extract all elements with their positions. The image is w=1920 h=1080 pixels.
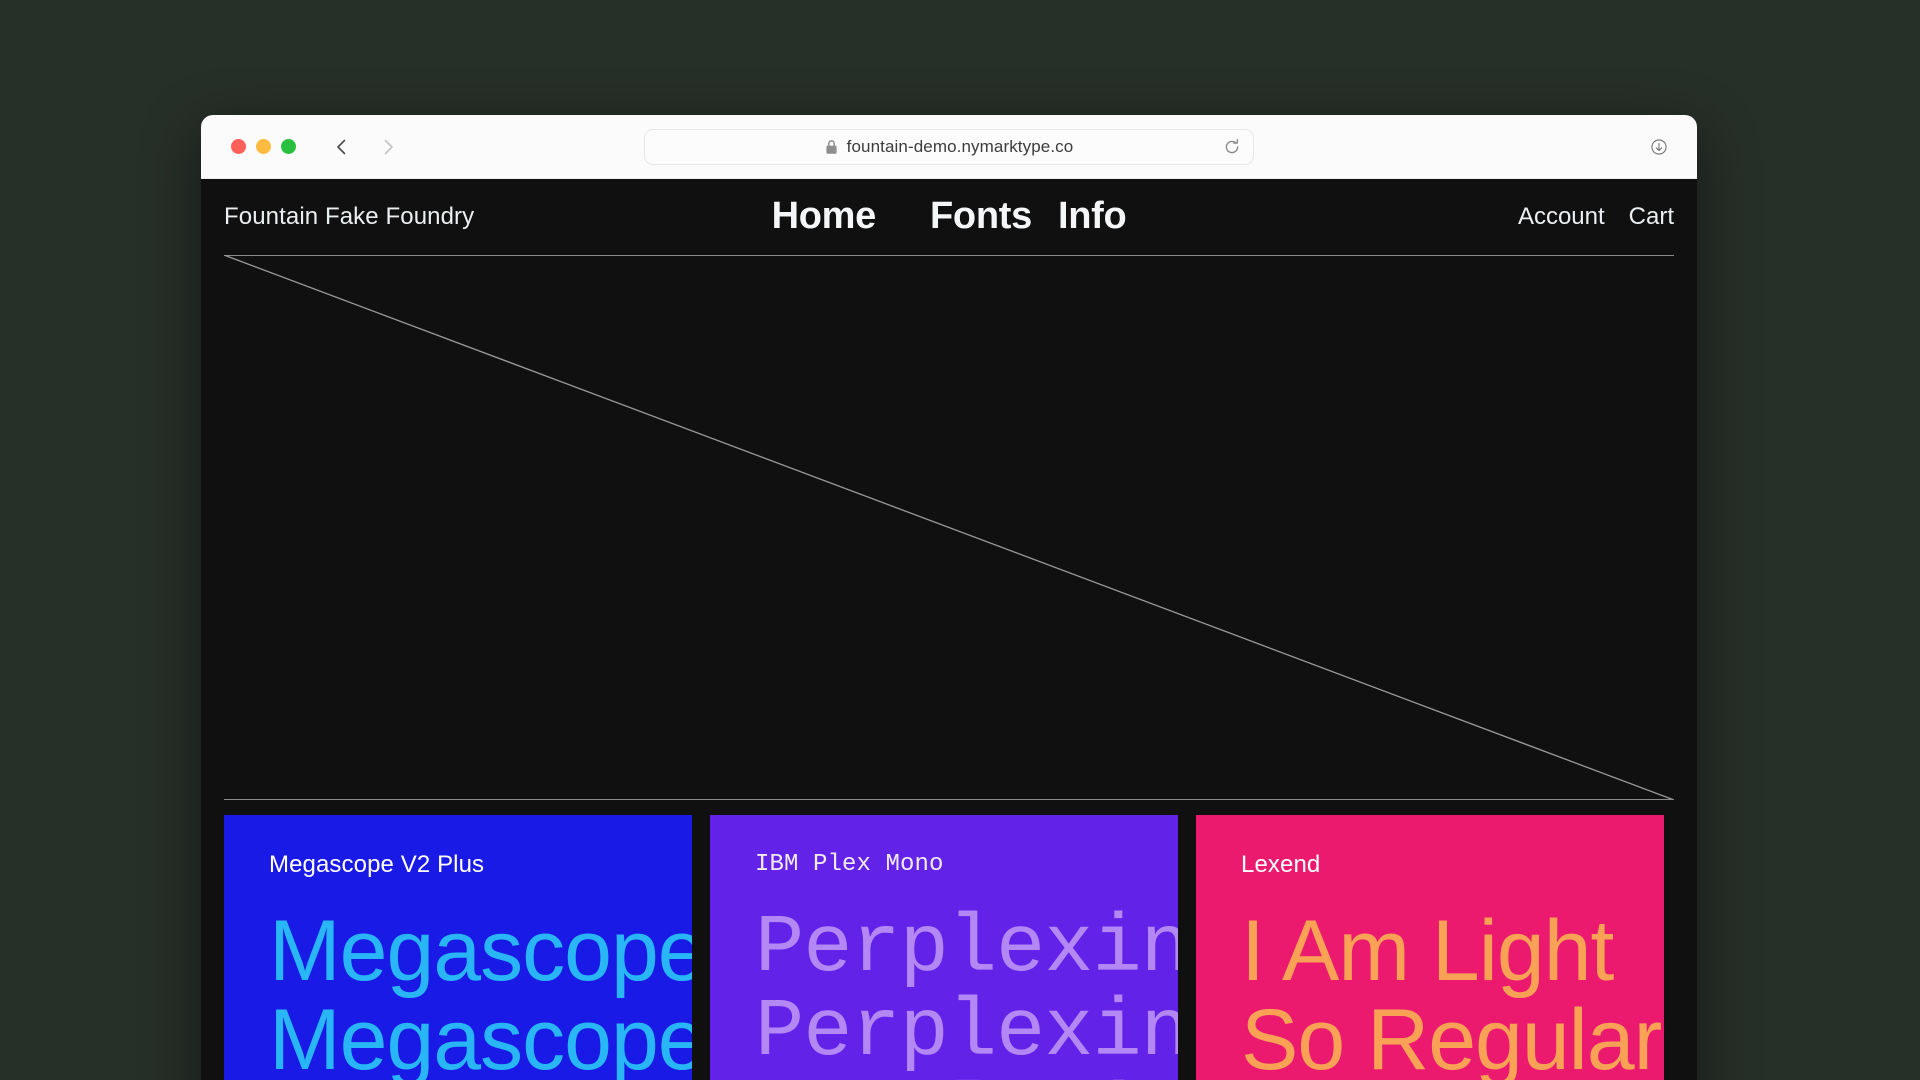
specimen-line-thin: Perplexing bbox=[755, 902, 1178, 995]
reload-icon[interactable] bbox=[1221, 136, 1243, 158]
font-card-lexend[interactable]: Lexend I Am Light So Regular And Bolder bbox=[1196, 815, 1664, 1080]
specimen-line-light: I Am Light bbox=[1241, 903, 1614, 999]
maximize-window-button[interactable] bbox=[281, 139, 296, 154]
navigation-arrows bbox=[332, 137, 398, 157]
hero-bottom-rule bbox=[224, 799, 1674, 800]
address-bar[interactable]: fountain-demo.nymarktype.co bbox=[644, 128, 1254, 165]
toolbar-right-actions bbox=[1649, 137, 1675, 157]
nav-item-info[interactable]: Info bbox=[1058, 197, 1127, 235]
hero-section bbox=[224, 255, 1674, 800]
download-icon[interactable] bbox=[1649, 137, 1669, 157]
font-card-title: Megascope V2 Plus bbox=[269, 851, 485, 878]
lock-icon bbox=[825, 139, 838, 155]
nav-item-account[interactable]: Account bbox=[1518, 203, 1605, 231]
browser-window: fountain-demo.nymarktype.co Fountain Fak… bbox=[201, 115, 1697, 1080]
minimize-window-button[interactable] bbox=[256, 139, 271, 154]
specimen-line-bold: Perplexing bbox=[755, 1075, 1178, 1080]
back-icon[interactable] bbox=[332, 137, 352, 157]
nav-item-fonts[interactable]: Fonts bbox=[930, 197, 1032, 235]
page-content: Fountain Fake Foundry Home Fonts Info Ac… bbox=[224, 179, 1674, 1080]
nav-group-fonts-info: Fonts Info bbox=[930, 197, 1127, 235]
site-header: Fountain Fake Foundry Home Fonts Info Ac… bbox=[224, 179, 1674, 255]
brand-wordmark[interactable]: Fountain Fake Foundry bbox=[224, 203, 474, 231]
forward-icon[interactable] bbox=[378, 137, 398, 157]
font-card-title: Lexend bbox=[1241, 851, 1321, 878]
url-text: fountain-demo.nymarktype.co bbox=[846, 136, 1074, 156]
specimen-line-thin: Megascope bbox=[269, 903, 692, 999]
browser-toolbar: fountain-demo.nymarktype.co bbox=[201, 115, 1697, 179]
specimen-line-regular: Perplexing bbox=[755, 986, 1178, 1080]
utility-navigation: Account Cart bbox=[1518, 203, 1674, 231]
specimen-line-regular: Megascope bbox=[269, 991, 692, 1080]
font-specimen-stack: I Am Light So Regular And Bolder bbox=[1241, 907, 1664, 1080]
main-navigation: Home Fonts Info bbox=[772, 197, 1127, 235]
page-viewport: Fountain Fake Foundry Home Fonts Info Ac… bbox=[201, 179, 1697, 1080]
hero-diagonal-line bbox=[224, 255, 1674, 800]
nav-item-home[interactable]: Home bbox=[772, 197, 877, 235]
font-specimen-stack: Perplexing Perplexing Perplexing bbox=[755, 902, 1178, 1080]
font-specimen-stack: Megascope Megascope Megascope bbox=[269, 907, 692, 1080]
font-card-grid: Megascope V2 Plus Megascope Megascope Me… bbox=[224, 815, 1697, 1080]
font-card-megascope[interactable]: Megascope V2 Plus Megascope Megascope Me… bbox=[224, 815, 692, 1080]
window-controls bbox=[231, 139, 296, 154]
specimen-line-regular: So Regular bbox=[1241, 991, 1662, 1080]
close-window-button[interactable] bbox=[231, 139, 246, 154]
font-card-title: IBM Plex Mono bbox=[755, 851, 944, 878]
font-card-ibm-plex-mono[interactable]: IBM Plex Mono Perplexing Perplexing Perp… bbox=[710, 815, 1178, 1080]
nav-item-cart[interactable]: Cart bbox=[1629, 203, 1674, 231]
